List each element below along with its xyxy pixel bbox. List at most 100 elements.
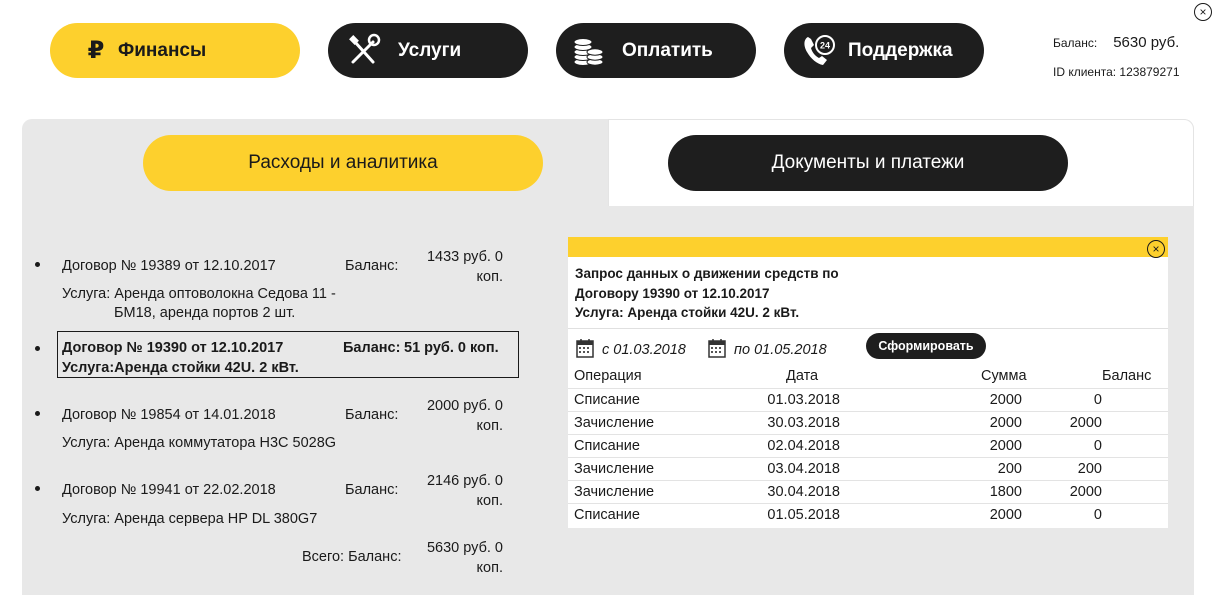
cell-operation: Зачисление — [568, 480, 718, 504]
contract-balance-value: 51 руб. 0 коп. — [404, 340, 499, 356]
cell-balance: 0 — [1093, 506, 1102, 523]
contract-balance-label: Баланс: — [345, 482, 399, 498]
phone-24-icon: 24 — [798, 31, 838, 71]
cell-balance: 2000 — [1068, 411, 1168, 435]
client-id: ID клиента: 123879271 — [1053, 65, 1180, 79]
bullet — [35, 262, 40, 267]
cell-operation: Списание — [574, 506, 640, 523]
report-heading: Запрос данных о движении средств по Дого… — [575, 264, 839, 323]
report-heading-line: Запрос данных о движении средств по — [575, 266, 839, 281]
bullet — [35, 411, 40, 416]
nav-support-label: Поддержка — [848, 39, 953, 61]
column-header-sum: Сумма — [918, 365, 1068, 389]
operations-table: Операция Дата Сумма Баланс Списание 01.0… — [568, 365, 1168, 526]
cell-balance: 2000 — [1068, 480, 1168, 504]
report-header-bar — [568, 237, 1168, 257]
cell-sum: 2000 — [918, 388, 1068, 412]
close-icon[interactable]: × — [1147, 240, 1165, 258]
account-info: Баланс: 5630 руб. ID клиента: 123879271 — [1053, 34, 1180, 79]
cell-balance: 0 — [1068, 388, 1168, 412]
date-from-value: с 01.03.2018 — [602, 342, 686, 358]
total-balance-line: коп. — [476, 560, 503, 576]
column-header-balance: Баланс — [1068, 365, 1168, 389]
table-row: Списание 02.04.2018 2000 0 — [568, 434, 1168, 458]
total-balance-line: 5630 руб. 0 — [426, 540, 503, 556]
contract-balance-line: 2000 руб. 0 — [426, 398, 503, 414]
contract-balance-line: 1433 руб. 0 — [426, 249, 503, 265]
calendar-icon — [708, 338, 726, 362]
cell-balance: 0 — [1068, 434, 1168, 458]
cell-date: 01.05.2018 — [767, 506, 840, 523]
contract-service: Услуга: Аренда оптоволокна Седова 11 - Б… — [62, 285, 352, 323]
total-balance-value: 5630 руб. 0 коп. — [405, 538, 503, 578]
report-heading-line: Договору 19390 от 12.10.2017 — [575, 285, 770, 301]
cell-date: 30.04.2018 — [718, 480, 918, 504]
contract-title: Договор № 19390 от 12.10.2017 — [62, 340, 284, 356]
cell-operation: Зачисление — [568, 457, 718, 481]
contract-service-line: БМ18, аренда портов 2 шт. — [114, 305, 296, 321]
contract-service: Услуга: Аренда сервера HP DL 380G7 — [62, 511, 318, 527]
contract-balance-line: коп. — [476, 418, 503, 434]
contract-balance-label: Баланс: — [343, 340, 401, 356]
ruble-sign-icon: ₽ — [87, 37, 105, 64]
cell-operation: Списание — [568, 434, 718, 458]
tab-analytics[interactable]: Расходы и аналитика — [143, 135, 543, 191]
divider — [568, 328, 1168, 329]
cell-date: 30.03.2018 — [718, 411, 918, 435]
cell-date: 02.04.2018 — [718, 434, 918, 458]
account-balance-value: 5630 руб. — [1113, 34, 1180, 51]
cell-operation: Списание — [568, 388, 718, 412]
cell-balance: 200 — [1068, 457, 1168, 481]
cell-sum: 1800 — [918, 480, 1068, 504]
nav-pay-button[interactable]: Оплатить — [556, 23, 756, 78]
contract-balance-label: Баланс: — [345, 407, 399, 423]
contract-balance-value: 2000 руб. 0 коп. — [405, 396, 503, 436]
column-header-date: Дата — [718, 365, 918, 389]
contract-title: Договор № 19389 от 12.10.2017 — [62, 258, 276, 274]
coins-icon — [568, 31, 608, 71]
cell-date: 01.03.2018 — [718, 388, 918, 412]
total-balance-label: Всего: Баланс: — [302, 549, 402, 565]
cell-sum: 2000 — [989, 506, 1022, 523]
tab-documents[interactable]: Документы и платежи — [668, 135, 1068, 191]
nav-services-label: Услуги — [398, 39, 462, 61]
cell-date: 03.04.2018 — [718, 457, 918, 481]
cell-sum: 200 — [918, 457, 1068, 481]
nav-services-button[interactable]: Услуги — [328, 23, 528, 78]
date-to-value: по 01.05.2018 — [734, 342, 827, 358]
cell-operation: Зачисление — [568, 411, 718, 435]
date-to-picker[interactable]: по 01.05.2018 — [708, 338, 827, 362]
report-heading-line: Услуга: Аренда стойки 42U. 2 кВт. — [575, 305, 800, 320]
contract-service-line: Услуга: Аренда оптоволокна Седова 11 - — [62, 286, 336, 302]
generate-report-button[interactable]: Сформировать — [866, 333, 986, 359]
contract-balance-value: 2146 руб. 0 коп. — [405, 471, 503, 511]
nav-support-button[interactable]: 24 Поддержка — [784, 23, 984, 78]
cell-sum: 2000 — [918, 434, 1068, 458]
nav-pay-label: Оплатить — [622, 39, 713, 61]
contract-title: Договор № 19854 от 14.01.2018 — [62, 407, 276, 423]
contract-service: Услуга: Аренда коммутатора H3C 5028G — [62, 435, 337, 451]
column-header-operation: Операция — [568, 365, 718, 389]
date-from-picker[interactable]: с 01.03.2018 — [576, 338, 686, 362]
tools-icon — [344, 31, 384, 71]
support-24-badge: 24 — [820, 40, 830, 50]
nav-finance-label: Финансы — [118, 39, 207, 61]
contract-balance-label: Баланс: — [345, 258, 399, 274]
table-row: Зачисление 03.04.2018 200 200 — [568, 457, 1168, 481]
close-icon[interactable]: × — [1194, 3, 1212, 21]
bullet — [35, 486, 40, 491]
contract-title: Договор № 19941 от 22.02.2018 — [62, 482, 276, 498]
table-row: Зачисление 30.03.2018 2000 2000 — [568, 411, 1168, 435]
table-row: Списание 01.03.2018 2000 0 — [568, 388, 1168, 412]
contract-balance-line: коп. — [476, 493, 503, 509]
account-balance-label: Баланс: — [1053, 36, 1098, 50]
cell-sum: 2000 — [918, 411, 1068, 435]
movement-report: × Запрос данных о движении средств по До… — [568, 237, 1168, 528]
contract-balance-line: коп. — [476, 269, 503, 285]
calendar-icon — [576, 338, 594, 362]
table-header-row: Операция Дата Сумма Баланс — [568, 365, 1168, 389]
contract-service: Услуга:Аренда стойки 42U. 2 кВт. — [62, 360, 299, 376]
nav-finance-button[interactable]: ₽ Финансы — [50, 23, 300, 78]
table-row: Зачисление 30.04.2018 1800 2000 — [568, 480, 1168, 504]
contract-balance-line: 2146 руб. 0 — [426, 473, 503, 489]
